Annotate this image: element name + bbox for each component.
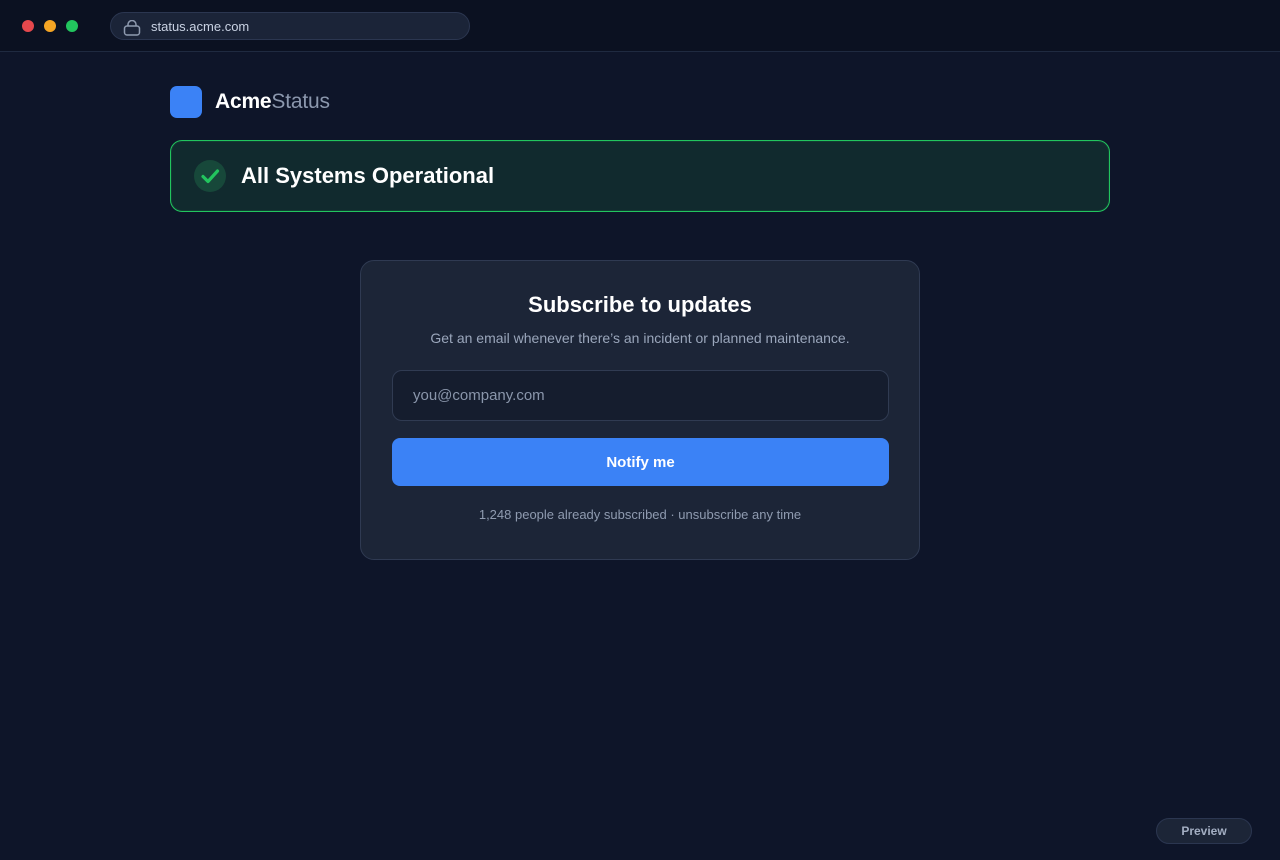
checkmark-icon (194, 160, 226, 192)
system-status-banner: All Systems Operational (170, 140, 1110, 212)
brand-name-secondary: Status (271, 90, 330, 113)
brand-name: AcmeStatus (215, 90, 330, 114)
preview-badge: Preview (1156, 818, 1252, 844)
maximize-window-button[interactable] (66, 20, 78, 32)
subscribe-card: Subscribe to updates Get an email whenev… (360, 260, 920, 560)
lock-icon (123, 19, 141, 36)
notify-me-button[interactable]: Notify me (392, 438, 889, 486)
status-title: All Systems Operational (241, 163, 495, 188)
close-window-button[interactable] (22, 20, 34, 32)
subscribe-title: Subscribe to updates (528, 292, 752, 317)
browser-chrome: status.acme.com (0, 0, 1280, 52)
brand-logo (170, 86, 202, 118)
url-text: status.acme.com (151, 19, 250, 34)
subscribe-subtitle: Get an email whenever there’s an inciden… (430, 330, 850, 346)
brand-header: AcmeStatus (170, 86, 330, 118)
address-bar[interactable]: status.acme.com (110, 12, 470, 40)
subscriber-count-note: 1,248 people already subscribed · unsubs… (478, 507, 802, 522)
email-field[interactable] (392, 370, 889, 421)
minimize-window-button[interactable] (44, 20, 56, 32)
brand-name-primary: Acme (215, 90, 272, 113)
